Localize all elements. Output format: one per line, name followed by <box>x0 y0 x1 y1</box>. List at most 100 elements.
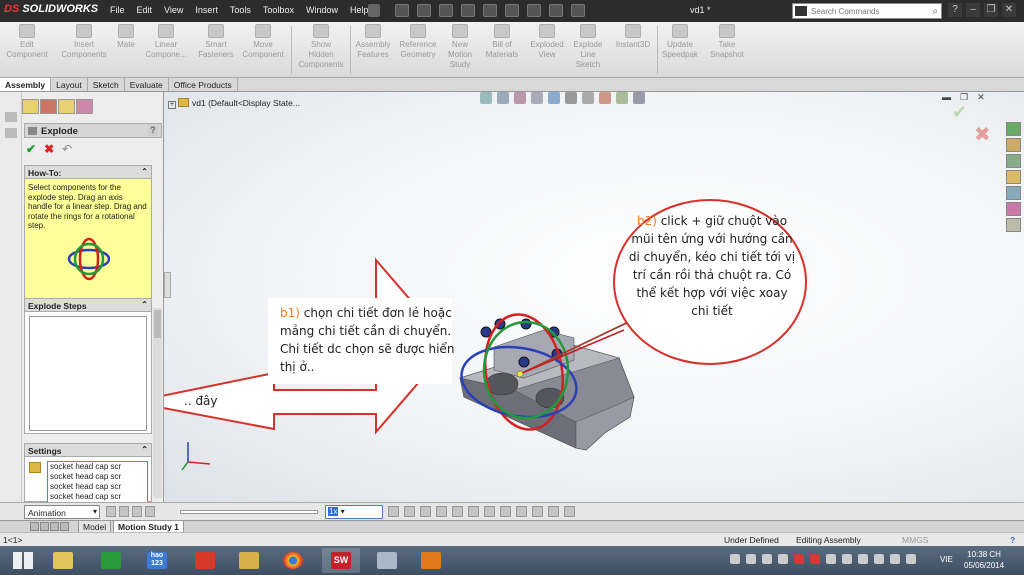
last-tab-icon[interactable] <box>60 522 69 531</box>
tray-icon[interactable] <box>778 554 788 564</box>
motor-icon[interactable] <box>468 506 479 517</box>
list-item[interactable]: socket head cap scr <box>48 472 147 482</box>
prev-tab-icon[interactable] <box>40 522 49 531</box>
file-properties-icon[interactable] <box>549 4 563 17</box>
first-tab-icon[interactable] <box>30 522 39 531</box>
collapse-icon[interactable] <box>564 506 575 517</box>
mate-button[interactable]: Mate <box>113 24 139 50</box>
help-icon[interactable]: ? <box>148 125 158 136</box>
tray-icon[interactable] <box>762 554 772 564</box>
clock[interactable]: 10:38 CH 05/06/2014 <box>964 549 1004 571</box>
play-from-start-icon[interactable] <box>119 506 129 517</box>
tab-office-products[interactable]: Office Products <box>169 78 238 91</box>
network-icon[interactable] <box>858 554 868 564</box>
tray-icon[interactable] <box>810 554 820 564</box>
animation-wizard-icon[interactable] <box>420 506 431 517</box>
tab-layout[interactable]: Layout <box>51 78 88 91</box>
explode-steps-header[interactable]: Explode Steps ⌃ <box>25 299 151 312</box>
pin-icon[interactable] <box>368 4 380 17</box>
next-tab-icon[interactable] <box>50 522 59 531</box>
menu-help[interactable]: Help <box>350 5 369 15</box>
tab-sketch[interactable]: Sketch <box>88 78 125 91</box>
taskbar-explorer[interactable] <box>44 548 82 573</box>
solidworks-logo[interactable]: DS SOLIDWORKS <box>4 3 98 15</box>
rebuild-icon[interactable] <box>527 4 541 17</box>
playback-speed-select[interactable]: 1x ▾ <box>325 505 383 519</box>
taskbar-store[interactable] <box>92 548 130 573</box>
study-properties-icon[interactable] <box>548 506 559 517</box>
tray-icon[interactable] <box>730 554 740 564</box>
feature-manager-tab-icon[interactable] <box>22 99 39 114</box>
taskbar-media[interactable] <box>412 548 450 573</box>
menu-window[interactable]: Window <box>306 5 338 15</box>
assembly-features-button[interactable]: Assembly Features <box>352 24 394 60</box>
results-icon[interactable] <box>532 506 543 517</box>
study-type-select[interactable]: Animation ▾ <box>24 505 100 519</box>
property-manager-tab-icon[interactable] <box>40 99 57 114</box>
add-key-icon[interactable] <box>452 506 463 517</box>
reference-geometry-button[interactable]: Reference Geometry <box>395 24 441 60</box>
show-hidden-components-button[interactable]: Show Hidden Components <box>295 24 347 70</box>
minimize-icon[interactable]: – <box>966 3 980 17</box>
howto-header[interactable]: How-To: ⌃ <box>25 166 151 179</box>
menu-view[interactable]: View <box>164 5 183 15</box>
search-commands-input[interactable]: Search Commands ⌕ <box>792 3 942 19</box>
menu-file[interactable]: File <box>110 5 125 15</box>
search-icon[interactable]: ⌕ <box>932 6 938 17</box>
restore-icon[interactable]: ❐ <box>984 3 998 17</box>
language-indicator[interactable]: VIE <box>940 555 953 564</box>
options-icon[interactable] <box>571 4 585 17</box>
playback-mode-icon[interactable] <box>388 506 399 517</box>
panel-scrollbar[interactable] <box>153 308 162 498</box>
status-units[interactable]: MMGS <box>902 535 928 545</box>
configuration-manager-tab-icon[interactable] <box>58 99 75 114</box>
menu-tools[interactable]: Tools <box>230 5 251 15</box>
taskbar-paint[interactable] <box>368 548 406 573</box>
show-hidden-icons-icon[interactable] <box>906 554 916 564</box>
explode-line-sketch-button[interactable]: Explode Line Sketch <box>570 24 606 70</box>
tray-icon[interactable] <box>794 554 804 564</box>
stop-icon[interactable] <box>145 506 155 517</box>
graphics-area[interactable]: + vd1 (Default<Display State... ▬ ❐ ✕ ✔ ✖ <box>164 92 1024 502</box>
gravity-icon[interactable] <box>516 506 527 517</box>
list-item[interactable]: socket head cap scr <box>48 462 147 472</box>
select-icon[interactable] <box>505 4 519 17</box>
edit-component-button[interactable]: Edit Component <box>4 24 50 60</box>
tray-icon[interactable] <box>826 554 836 564</box>
playback-slider[interactable] <box>180 510 318 514</box>
save-icon[interactable] <box>439 4 453 17</box>
exploded-view-button[interactable]: Exploded View <box>526 24 568 60</box>
taskbar-solidworks[interactable]: SW <box>322 548 360 573</box>
autokey-icon[interactable] <box>436 506 447 517</box>
tray-icon[interactable] <box>746 554 756 564</box>
start-button[interactable] <box>4 548 42 573</box>
list-item[interactable]: socket head cap scr <box>48 482 147 492</box>
new-icon[interactable] <box>395 4 409 17</box>
menu-edit[interactable]: Edit <box>137 5 153 15</box>
volume-icon[interactable] <box>874 554 884 564</box>
explode-steps-list[interactable] <box>29 316 147 431</box>
taskbar-chrome[interactable] <box>274 548 312 573</box>
selected-components-list[interactable]: socket head cap scr socket head cap scr … <box>47 461 148 503</box>
update-speedpak-button[interactable]: Update Speedpak <box>659 24 701 60</box>
move-component-button[interactable]: Move Component <box>239 24 287 60</box>
taskbar-photos[interactable] <box>230 548 268 573</box>
cancel-button[interactable]: ✖ <box>44 142 54 156</box>
help-icon[interactable]: ? <box>948 3 962 17</box>
display-manager-tab-icon[interactable] <box>76 99 93 114</box>
play-icon[interactable] <box>132 506 142 517</box>
help-icon[interactable]: ? <box>1010 535 1015 545</box>
calculate-icon[interactable] <box>106 506 116 517</box>
scroll-thumb[interactable] <box>154 310 161 338</box>
instant3d-button[interactable]: Instant3D <box>611 24 655 50</box>
save-animation-icon[interactable] <box>404 506 415 517</box>
bill-of-materials-button[interactable]: Bill of Materials <box>481 24 523 60</box>
settings-header[interactable]: Settings ⌃ <box>25 444 151 457</box>
spring-icon[interactable] <box>484 506 495 517</box>
smart-fasteners-button[interactable]: Smart Fasteners <box>194 24 238 60</box>
new-motion-study-button[interactable]: New Motion Study <box>444 24 476 70</box>
take-snapshot-button[interactable]: Take Snapshot <box>705 24 749 60</box>
undo-button[interactable]: ↶ <box>62 142 72 156</box>
menu-insert[interactable]: Insert <box>195 5 218 15</box>
close-icon[interactable]: ✕ <box>1002 3 1016 17</box>
